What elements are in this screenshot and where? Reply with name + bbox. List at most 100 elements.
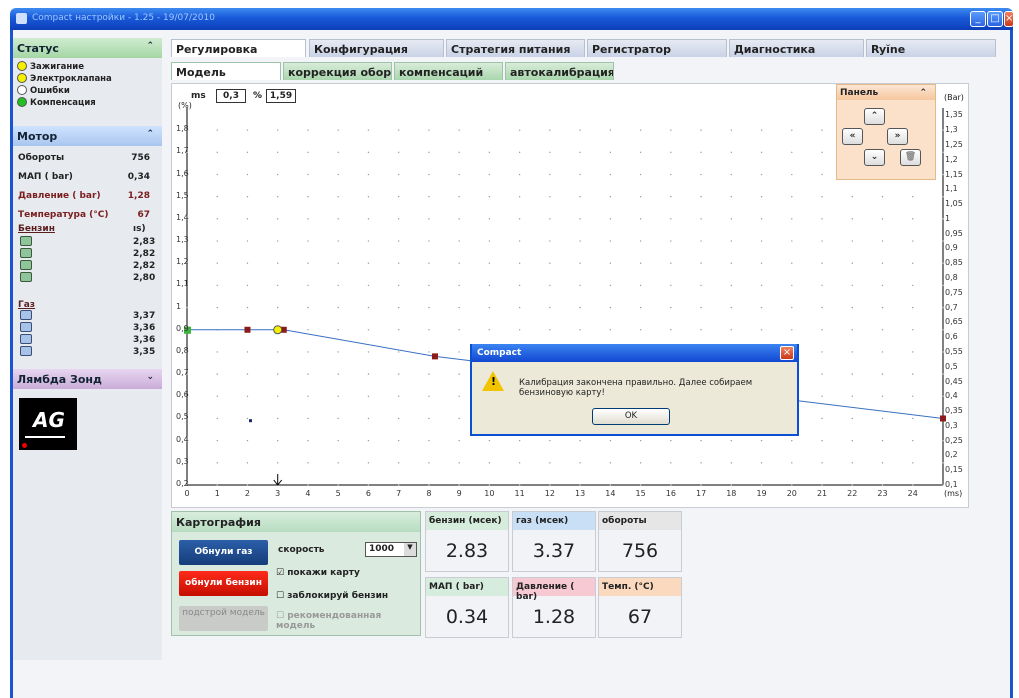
- x-tick-label: 13: [575, 489, 586, 498]
- grid-dot: [458, 329, 460, 331]
- grid-dot: [277, 417, 279, 420]
- grid-dot: [670, 462, 672, 464]
- move-up-button[interactable]: ⌃: [864, 108, 885, 125]
- subtab-3[interactable]: автокалибрация: [505, 62, 614, 80]
- grid-dot: [881, 439, 884, 442]
- reset-gas-button[interactable]: Обнули газ: [179, 540, 268, 565]
- right-tick-label: 0,15: [945, 465, 963, 475]
- collapse-icon[interactable]: ⌃: [919, 88, 927, 98]
- y-tick-label: 0,4: [176, 434, 189, 444]
- grid-dot: [609, 218, 612, 220]
- grid-dot: [337, 329, 339, 331]
- subtab-2[interactable]: компенсаций: [394, 62, 503, 80]
- grid-dot: [821, 240, 823, 242]
- y-tick-label: 1,4: [176, 212, 189, 222]
- cursor-point[interactable]: [273, 325, 283, 335]
- tab-0[interactable]: Регулировка: [171, 39, 306, 57]
- grid-dot: [942, 306, 944, 309]
- grid-dot: [428, 129, 430, 131]
- speed-select[interactable]: 1000 ▼: [365, 542, 417, 557]
- adjust-model-button[interactable]: подстрой модель: [179, 606, 268, 631]
- grid-dot: [216, 173, 218, 176]
- tab-4[interactable]: Диагностика: [729, 39, 864, 57]
- move-left-button[interactable]: «: [842, 128, 863, 145]
- grid-dot: [428, 218, 430, 220]
- grid-dot: [518, 151, 521, 154]
- speed-value: 1000: [369, 544, 395, 554]
- x-tick-label: 24: [907, 489, 918, 498]
- tab-1[interactable]: Конфигурация: [309, 39, 444, 57]
- grid-dot: [428, 439, 430, 442]
- show-map-checkbox[interactable]: ☑ покажи карту: [276, 568, 360, 578]
- grid-dot: [821, 151, 823, 154]
- dialog-close-button[interactable]: ×: [780, 346, 794, 360]
- y-tick-label: 0,7: [176, 368, 189, 378]
- grid-dot: [307, 173, 309, 176]
- move-right-button[interactable]: »: [887, 128, 908, 145]
- grid-dot: [760, 262, 763, 264]
- grid-dot: [791, 462, 793, 464]
- readout-value: 67: [627, 606, 653, 628]
- grid-dot: [428, 329, 430, 331]
- grid-dot: [881, 218, 884, 220]
- grid-dot: [791, 129, 793, 131]
- chevron-down-icon[interactable]: ▼: [404, 543, 416, 556]
- grid-dot: [912, 351, 914, 353]
- grid-dot: [428, 417, 430, 420]
- grid-dot: [851, 196, 853, 198]
- grid-dot: [791, 284, 793, 287]
- grid-dot: [700, 196, 702, 198]
- tab-5[interactable]: Ryĭne: [866, 39, 996, 57]
- grid-dot: [730, 196, 733, 198]
- grid-dot: [216, 218, 218, 220]
- tab-3[interactable]: Регистратор: [587, 39, 727, 57]
- ok-button[interactable]: OK: [592, 408, 670, 425]
- data-point[interactable]: [244, 326, 251, 333]
- grid-dot: [246, 240, 249, 242]
- grid-dot: [670, 196, 672, 198]
- grid-dot: [881, 395, 884, 397]
- grid-dot: [579, 484, 581, 486]
- grid-dot: [639, 462, 642, 464]
- readout-tile: обороты 756: [598, 511, 682, 572]
- right-tick-label: 0,2: [945, 450, 958, 460]
- grid-dot: [579, 151, 581, 154]
- grid-dot: [277, 395, 279, 397]
- grid-dot: [760, 306, 763, 309]
- move-down-button[interactable]: ⌄: [864, 149, 885, 166]
- data-point[interactable]: [431, 353, 438, 360]
- x-tick-label: 22: [847, 489, 858, 498]
- right-tick-label: 0,3: [945, 420, 958, 430]
- grid-dot: [518, 173, 521, 176]
- grid-dot: [216, 462, 218, 464]
- grid-dot: [730, 218, 733, 220]
- tab-2[interactable]: Стратегия питания: [446, 39, 585, 57]
- grid-dot: [216, 373, 218, 375]
- grid-dot: [458, 351, 460, 353]
- grid-dot: [609, 306, 612, 309]
- y-tick-label: 0,8: [176, 345, 189, 355]
- grid-dot: [942, 218, 944, 220]
- grid-dot: [216, 240, 218, 242]
- subtab-0[interactable]: Модель: [171, 62, 281, 80]
- grid-dot: [730, 262, 733, 264]
- grid-dot: [639, 329, 642, 331]
- grid-dot: [458, 240, 460, 242]
- grid-dot: [367, 395, 370, 397]
- grid-dot: [549, 329, 551, 331]
- grid-dot: [549, 306, 551, 309]
- grid-dot: [821, 395, 823, 397]
- grid-dot: [488, 151, 491, 154]
- x-tick-label: 11: [514, 489, 525, 498]
- reset-petrol-button[interactable]: обнули бензин: [179, 571, 268, 596]
- grid-dot: [609, 462, 612, 464]
- subtab-1[interactable]: коррекция оборотов: [283, 62, 392, 80]
- grid-dot: [246, 196, 249, 198]
- trash-icon[interactable]: 🗑: [900, 149, 921, 166]
- grid-dot: [216, 484, 218, 486]
- grid-dot: [609, 329, 612, 331]
- recommended-model-checkbox[interactable]: ☐ рекомендованная модель: [276, 611, 396, 631]
- grid-dot: [518, 439, 521, 442]
- grid-dot: [639, 306, 642, 309]
- lock-petrol-checkbox[interactable]: ☐ заблокируй бензин: [276, 591, 388, 601]
